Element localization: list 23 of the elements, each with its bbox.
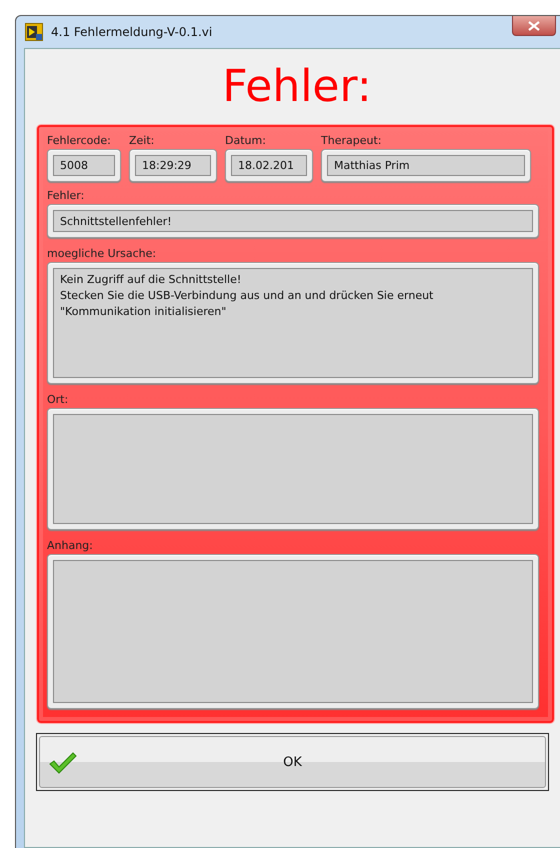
text-field[interactable]	[47, 408, 539, 530]
text-field[interactable]: 5008	[47, 149, 121, 182]
app-icon	[25, 23, 43, 41]
ok-button[interactable]: OK	[39, 736, 546, 788]
text-field[interactable]	[47, 554, 539, 709]
checkmark-icon	[48, 751, 78, 775]
text-field[interactable]: Schnittstellenfehler!	[47, 204, 539, 238]
error-heading: Fehler:	[221, 60, 373, 114]
field-label: moegliche Ursache:	[47, 246, 158, 262]
field-label: Therapeut:	[321, 133, 382, 149]
close-icon	[528, 20, 540, 30]
field-label: Zeit:	[129, 133, 156, 149]
text-field[interactable]: Matthias Prim	[321, 149, 531, 182]
field-label: Fehlercode:	[47, 133, 112, 149]
close-button[interactable]	[512, 16, 556, 36]
field-label: Datum:	[225, 133, 267, 149]
field-label: Ort:	[47, 392, 70, 408]
text-field[interactable]: 18.02.201	[225, 149, 313, 182]
text-field[interactable]: Kein Zugriff auf die Schnittstelle! Stecken Sie die USB-Verbindung aus und an und drücken Sie erneut "Kommunikation initialisieren"	[47, 262, 539, 384]
field-label: Fehler:	[47, 188, 86, 204]
window-title: 4.1 Fehlermeldung-V-0.1.vi	[51, 25, 212, 39]
text-field[interactable]: 18:29:29	[129, 149, 217, 182]
field-label: Anhang:	[47, 538, 94, 554]
